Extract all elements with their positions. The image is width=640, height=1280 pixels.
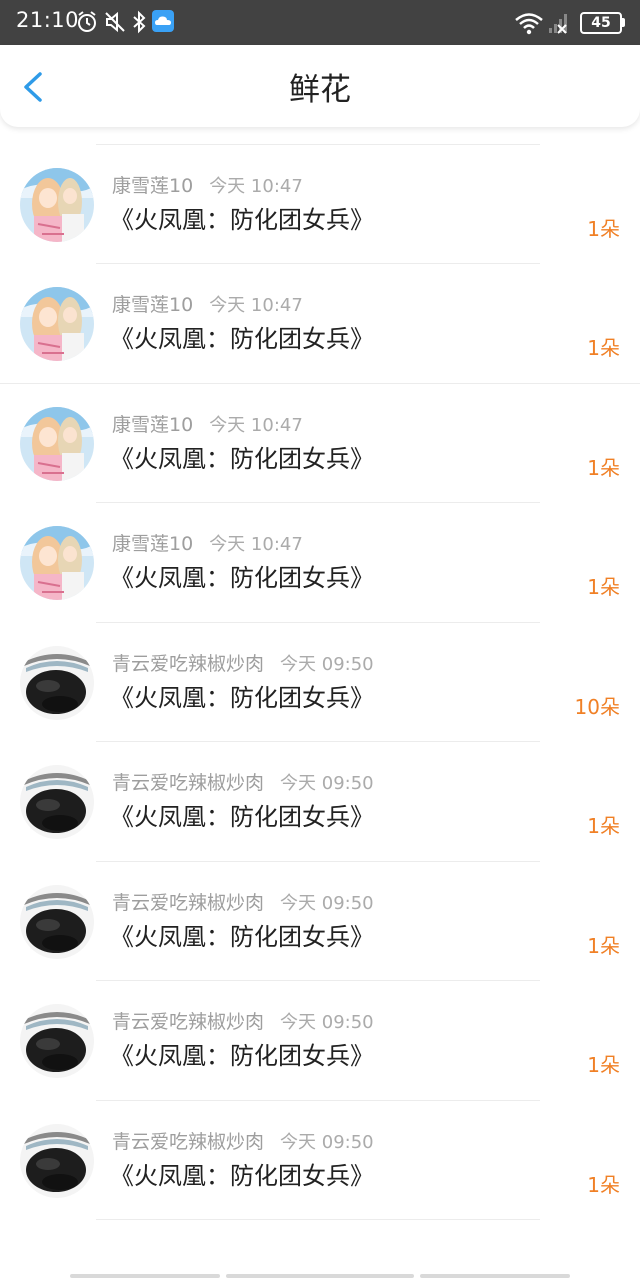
book-title: 《火凤凰：防化团女兵》 [110, 803, 374, 831]
sender-name: 康雪莲10 今天 10:47 [112, 410, 303, 437]
send-time: 今天 10:47 [209, 414, 303, 436]
book-title: 《火凤凰：防化团女兵》 [110, 444, 374, 473]
list-item[interactable]: 青云爱吃辣椒炒肉 今天 09:50 《火凤凰：防化团女兵》 10朵 [0, 623, 640, 742]
dark-avatar-icon [20, 884, 94, 959]
dark-avatar-icon [20, 765, 94, 839]
sender-name-text: 康雪莲10 [112, 413, 194, 436]
sender-name: 青云爱吃辣椒炒肉 今天 09:50 [112, 649, 374, 676]
dark-avatar-icon [20, 1123, 94, 1198]
avatar[interactable] [20, 1004, 94, 1078]
row-divider [96, 1219, 540, 1220]
send-time: 今天 09:50 [280, 892, 374, 914]
book-title: 《火凤凰：防化团女兵》 [110, 1042, 374, 1070]
flower-count: 1朵 [587, 814, 620, 838]
bottom-tab-hint [0, 1270, 640, 1280]
list-item[interactable]: 《火凤凰：防化团女兵》 1朵 [0, 126, 640, 145]
sender-name: 康雪莲10 今天 10:47 [112, 171, 303, 198]
flower-count: 1朵 [587, 1172, 620, 1197]
flower-count: 1朵 [587, 455, 620, 480]
send-time: 今天 09:50 [280, 1012, 374, 1033]
anime-avatar-icon [20, 526, 94, 600]
sender-name: 康雪莲10 今天 10:47 [112, 290, 303, 317]
anime-avatar-icon [20, 287, 94, 361]
book-title: 《火凤凰：防化团女兵》 [110, 922, 374, 951]
avatar[interactable] [20, 645, 94, 720]
book-title: 《火凤凰：防化团女兵》 [110, 564, 374, 592]
sender-name-text: 青云爱吃辣椒炒肉 [112, 772, 265, 794]
alarm-icon [78, 11, 96, 32]
send-time: 今天 10:47 [209, 175, 303, 197]
sender-name-text: 青云爱吃辣椒炒肉 [112, 652, 265, 675]
battery-tip [622, 18, 625, 27]
sender-name: 青云爱吃辣椒炒肉 今天 09:50 [112, 1007, 374, 1034]
anime-avatar-icon [20, 406, 94, 481]
bluetooth-icon [133, 10, 146, 34]
dark-avatar-icon [20, 1004, 94, 1078]
wifi-icon [515, 13, 543, 35]
book-title: 《火凤凰：防化团女兵》 [110, 205, 374, 234]
send-time: 今天 10:47 [209, 534, 303, 555]
sender-name-text: 青云爱吃辣椒炒肉 [112, 1011, 265, 1033]
list-item[interactable]: 青云爱吃辣椒炒肉 今天 09:50 《火凤凰：防化团女兵》 1朵 [0, 1101, 640, 1220]
book-title: 《火凤凰：防化团女兵》 [110, 683, 374, 712]
book-title: 《火凤凰：防化团女兵》 [110, 1161, 374, 1190]
book-title: 《火凤凰：防化团女兵》 [110, 325, 374, 353]
sender-name-text: 青云爱吃辣椒炒肉 [112, 891, 265, 914]
avatar[interactable] [20, 526, 94, 600]
battery-level: 45 [591, 15, 611, 31]
sender-name: 康雪莲10 今天 10:47 [112, 529, 303, 556]
signal-icon [549, 14, 567, 34]
flower-count: 1朵 [587, 933, 620, 958]
avatar[interactable] [20, 167, 94, 242]
sender-name-text: 康雪莲10 [112, 174, 194, 197]
flower-count: 10朵 [574, 694, 620, 719]
sender-name: 青云爱吃辣椒炒肉 今天 09:50 [112, 1127, 374, 1154]
avatar[interactable] [20, 287, 94, 361]
anime-avatar-icon [20, 167, 94, 242]
avatar[interactable] [20, 765, 94, 839]
avatar[interactable] [20, 1123, 94, 1198]
flower-count: 1朵 [587, 336, 620, 360]
flower-count: 1朵 [587, 1053, 620, 1077]
send-time: 今天 10:47 [209, 295, 303, 316]
mute-icon [105, 11, 125, 33]
sender-name-text: 康雪莲10 [112, 533, 194, 555]
sender-name-text: 青云爱吃辣椒炒肉 [112, 1130, 265, 1153]
send-time: 今天 09:50 [280, 773, 374, 794]
list-item[interactable]: 康雪莲10 今天 10:47 《火凤凰：防化团女兵》 1朵 [0, 503, 640, 623]
page-title: 鲜花 [289, 72, 351, 108]
flower-count: 1朵 [587, 216, 620, 241]
sender-name-text: 康雪莲10 [112, 294, 194, 316]
cloud-app-icon [152, 10, 174, 32]
flower-count: 1朵 [587, 575, 620, 599]
sender-name: 青云爱吃辣椒炒肉 今天 09:50 [112, 888, 374, 915]
battery-icon: 45 [580, 12, 622, 34]
list-item[interactable]: 青云爱吃辣椒炒肉 今天 09:50 《火凤凰：防化团女兵》 1朵 [0, 981, 640, 1101]
list-item[interactable]: 康雪莲10 今天 10:47 《火凤凰：防化团女兵》 1朵 [0, 384, 640, 503]
flower-record-list[interactable]: 《火凤凰：防化团女兵》 1朵 康雪莲10 今天 10:47 《火凤凰：防化团女兵》… [0, 126, 640, 1280]
list-item[interactable]: 康雪莲10 今天 10:47 《火凤凰：防化团女兵》 1朵 [0, 264, 640, 384]
status-bar: 21:10 45 [0, 0, 640, 45]
avatar[interactable] [20, 884, 94, 959]
status-time: 21:10 [16, 8, 80, 32]
dark-avatar-icon [20, 645, 94, 720]
list-item[interactable]: 康雪莲10 今天 10:47 《火凤凰：防化团女兵》 1朵 [0, 145, 640, 264]
avatar[interactable] [20, 406, 94, 481]
send-time: 今天 09:50 [280, 1131, 374, 1153]
list-item[interactable]: 青云爱吃辣椒炒肉 今天 09:50 《火凤凰：防化团女兵》 1朵 [0, 742, 640, 862]
header-bar: 鲜花 [0, 45, 640, 127]
sender-name: 青云爱吃辣椒炒肉 今天 09:50 [112, 768, 374, 795]
list-item[interactable]: 青云爱吃辣椒炒肉 今天 09:50 《火凤凰：防化团女兵》 1朵 [0, 862, 640, 981]
send-time: 今天 09:50 [280, 653, 374, 675]
